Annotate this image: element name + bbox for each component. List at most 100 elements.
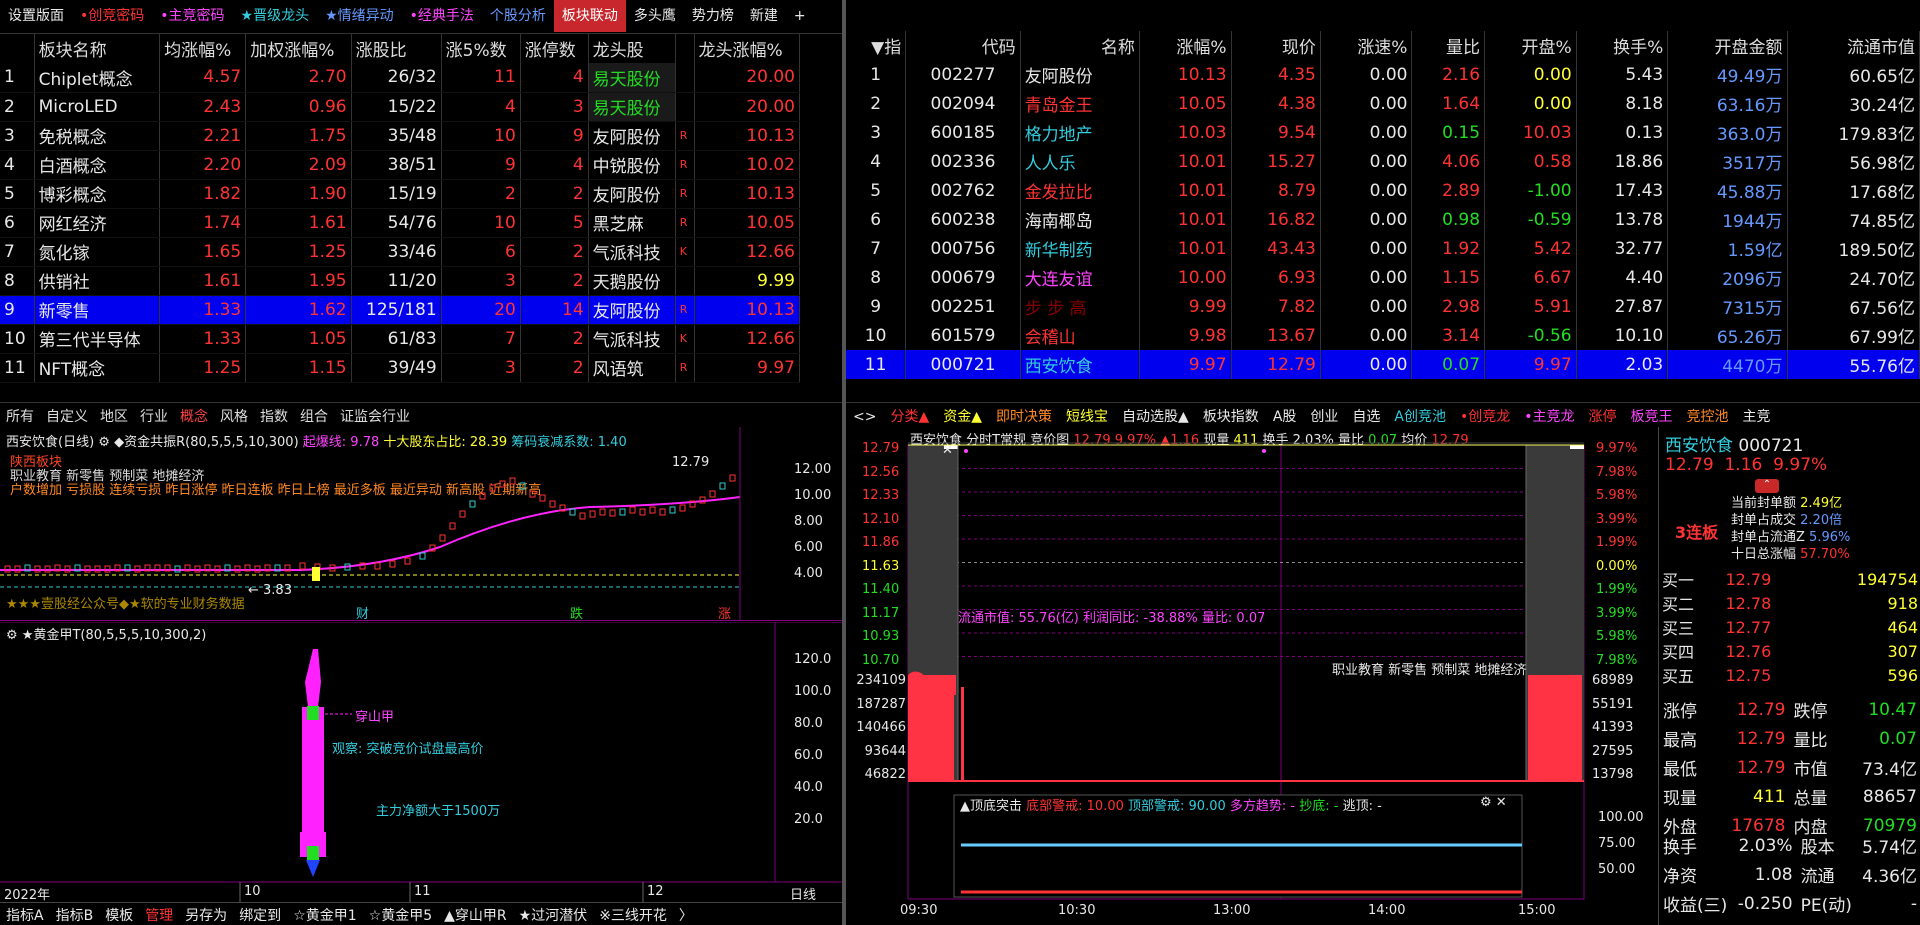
close-icon[interactable]: ✕ [942, 443, 953, 458]
stock-header-0[interactable]: ▼指 [846, 31, 907, 60]
stock-row[interactable]: 7 000756 新华制药 10.01 43.43 0.00 1.92 5.42 32.77 1.… [846, 234, 1920, 263]
bottom-tab-3[interactable]: 管理 [139, 903, 179, 925]
sector-row[interactable]: 4 白酒概念 2.20 2.09 38/51 9 4 中锐股份 R 10.02 [0, 150, 801, 180]
category-tab-5[interactable]: 风格 [214, 403, 254, 426]
bottom-tab-1[interactable]: 指标B [50, 903, 100, 925]
right-tab-11[interactable]: •创竞龙 [1453, 403, 1517, 426]
bottom-tab-10[interactable]: ※三线开花 [593, 903, 673, 925]
stock-header-2[interactable]: 名称 [1020, 31, 1140, 60]
stock-row[interactable]: 11 000721 西安饮食 9.97 12.79 0.00 0.07 9.97 2.03 447… [846, 350, 1920, 379]
bid-row[interactable]: 买三 12.77 464 [1659, 615, 1920, 639]
right-tab-2[interactable]: 资金▲ [936, 403, 989, 426]
stock-header-4[interactable]: 现价 [1231, 31, 1321, 60]
sector-row[interactable]: 9 新零售 1.33 1.62 125/181 20 14 友阿股份 R 10.13 [0, 295, 801, 325]
stock-row[interactable]: 3 600185 格力地产 10.03 9.54 0.00 0.15 10.03 0.13 363… [846, 118, 1920, 147]
top-tab-7[interactable]: 板块联动 [553, 0, 626, 32]
sector-header-9[interactable]: 龙头涨幅% [694, 34, 801, 63]
category-tab-4[interactable]: 概念 [174, 403, 214, 426]
right-tab-12[interactable]: •主竞龙 [1517, 403, 1581, 426]
sector-header-6[interactable]: 涨停数 [520, 34, 589, 63]
category-tab-2[interactable]: 地区 [94, 403, 134, 426]
top-tab-1[interactable]: •创竞密码 [72, 0, 152, 32]
sector-header-3[interactable]: 加权涨幅% [245, 34, 352, 63]
bottom-tab-2[interactable]: 模板 [99, 903, 139, 925]
category-tab-7[interactable]: 组合 [294, 403, 334, 426]
category-tab-3[interactable]: 行业 [134, 403, 174, 426]
stock-row[interactable]: 5 002762 金发拉比 10.01 8.79 0.00 2.89 -1.00 17.43 45… [846, 176, 1920, 205]
right-tab-1[interactable]: 分类▲ [883, 403, 936, 426]
sector-header-0[interactable] [0, 34, 35, 63]
kline-panel[interactable]: 西安饮食(日线) ⚙ ◆资金共振R(80,5,5,5,10,300) 起爆线: … [0, 427, 842, 622]
right-tab-9[interactable]: 自选 [1345, 403, 1387, 426]
stock-header-10[interactable]: 流通市值 [1787, 31, 1920, 60]
stock-row[interactable]: 4 002336 人人乐 10.01 15.27 0.00 4.06 0.58 18.86 351… [846, 147, 1920, 176]
bottom-tab-8[interactable]: ▲穿山甲R [438, 903, 513, 925]
top-tab-3[interactable]: ★晋级龙头 [233, 0, 318, 32]
sector-row[interactable]: 11 NFT概念 1.25 1.15 39/49 3 2 风语筑 R 9.97 [0, 353, 801, 383]
stock-header-7[interactable]: 开盘% [1484, 31, 1577, 60]
top-tab-2[interactable]: •主竞密码 [152, 0, 232, 32]
stock-row[interactable]: 2 002094 青岛金王 10.05 4.38 0.00 1.64 0.00 8.18 63.1… [846, 89, 1920, 118]
bid-row[interactable]: 买一 12.79 194754 [1659, 567, 1920, 591]
top-tab-11[interactable]: + [786, 0, 814, 32]
bottom-tab-4[interactable]: 另存为 [179, 903, 233, 925]
stock-row[interactable]: 9 002251 步 步 高 9.99 7.82 0.00 2.98 5.91 27.87 731… [846, 292, 1920, 321]
stock-row[interactable]: 8 000679 大连友谊 10.00 6.93 0.00 1.15 6.67 4.40 2096… [846, 263, 1920, 292]
sector-row[interactable]: 1 Chiplet概念 4.57 2.70 26/32 11 4 易天股份 20.00 [0, 63, 801, 93]
stock-row[interactable]: 1 002277 友阿股份 10.13 4.35 0.00 2.16 0.00 5.43 49.4… [846, 60, 1920, 89]
category-tab-1[interactable]: 自定义 [40, 403, 94, 426]
top-tab-9[interactable]: 势力榜 [684, 0, 742, 32]
category-tab-6[interactable]: 指数 [254, 403, 294, 426]
bid-row[interactable]: 买五 12.75 596 [1659, 663, 1920, 687]
right-tab-16[interactable]: 主竞 [1736, 403, 1778, 426]
intraday-panel[interactable]: 西安饮食 分时T常规 竞价图 12.79 9.97% ▲1.16 现量 411 … [846, 427, 1658, 925]
right-tab-10[interactable]: A创竞池 [1387, 403, 1453, 426]
right-tab-15[interactable]: 竞控池 [1680, 403, 1736, 426]
stock-row[interactable]: 10 601579 会稽山 9.98 13.67 0.00 3.14 -0.56 10.10 65… [846, 321, 1920, 350]
sector-row[interactable]: 2 MicroLED 2.43 0.96 15/22 4 3 易天股份 20.00 [0, 92, 801, 122]
right-tab-13[interactable]: 涨停 [1582, 403, 1624, 426]
top-tab-5[interactable]: •经典手法 [402, 0, 482, 32]
stock-header-3[interactable]: 涨幅% [1139, 31, 1232, 60]
sub-indicator-controls[interactable]: ⚙ ✕ [1480, 795, 1507, 810]
bid-row[interactable]: 买二 12.78 918 [1659, 591, 1920, 615]
top-tab-10[interactable]: 新建 [742, 0, 786, 32]
sector-header-2[interactable]: 均涨幅% [159, 34, 247, 63]
sector-row[interactable]: 7 氮化镓 1.65 1.25 33/46 6 2 气派科技 K 12.66 [0, 237, 801, 267]
top-tab-6[interactable]: 个股分析 [482, 0, 554, 32]
bottom-tab-0[interactable]: 指标A [0, 903, 50, 925]
top-tab-4[interactable]: ★情绪异动 [317, 0, 402, 32]
sector-header-5[interactable]: 涨5%数 [441, 34, 521, 63]
stock-header-5[interactable]: 涨速% [1320, 31, 1413, 60]
right-tab-5[interactable]: 自动选股▲ [1115, 403, 1196, 426]
bid-row[interactable]: 买四 12.76 307 [1659, 639, 1920, 663]
sector-header-4[interactable]: 涨股比 [351, 34, 442, 63]
stock-header-6[interactable]: 量比 [1411, 31, 1486, 60]
category-tab-0[interactable]: 所有 [0, 403, 40, 426]
category-tab-8[interactable]: 证监会行业 [334, 403, 416, 426]
period-label[interactable]: 日线 [790, 884, 816, 903]
stock-header-9[interactable]: 开盘金额 [1667, 31, 1788, 60]
sector-row[interactable]: 3 免税概念 2.21 1.75 35/48 10 9 友阿股份 R 10.13 [0, 121, 801, 151]
right-tab-8[interactable]: 创业 [1303, 403, 1345, 426]
bottom-tab-11[interactable]: 〉 [673, 903, 699, 925]
right-tab-14[interactable]: 板竞王 [1624, 403, 1680, 426]
sector-row[interactable]: 5 博彩概念 1.82 1.90 15/19 2 2 友阿股份 R 10.13 [0, 179, 801, 209]
sector-row[interactable]: 6 网红经济 1.74 1.61 54/76 10 5 黑芝麻 R 10.05 [0, 208, 801, 238]
right-tab-3[interactable]: 即时决策 [989, 403, 1059, 426]
sector-header-8[interactable] [675, 34, 695, 63]
bottom-tab-7[interactable]: ☆黄金甲5 [363, 903, 438, 925]
right-tab-0[interactable]: <> [846, 406, 883, 426]
stock-row[interactable]: 6 600238 海南椰岛 10.01 16.82 0.00 0.98 -0.59 13.78 1… [846, 205, 1920, 234]
bottom-tab-5[interactable]: 绑定到 [233, 903, 287, 925]
top-tab-0[interactable]: 设置版面 [0, 0, 72, 32]
bottom-tab-9[interactable]: ★过河潜伏 [513, 903, 594, 925]
collapse-icon[interactable]: ⌃ [1755, 479, 1779, 493]
sector-header-1[interactable]: 板块名称 [34, 34, 161, 63]
right-tab-6[interactable]: 板块指数 [1196, 403, 1266, 426]
right-tab-4[interactable]: 短线宝 [1059, 403, 1115, 426]
bottom-tab-6[interactable]: ☆黄金甲1 [287, 903, 362, 925]
sector-row[interactable]: 8 供销社 1.61 1.95 11/20 3 2 天鹅股份 9.99 [0, 266, 801, 296]
indicator-panel[interactable]: ⚙ ★黄金甲T(80,5,5,5,10,300,2) 穿山甲 观察: 突破竞价试… [0, 622, 842, 903]
stock-header-8[interactable]: 换手% [1576, 31, 1669, 60]
